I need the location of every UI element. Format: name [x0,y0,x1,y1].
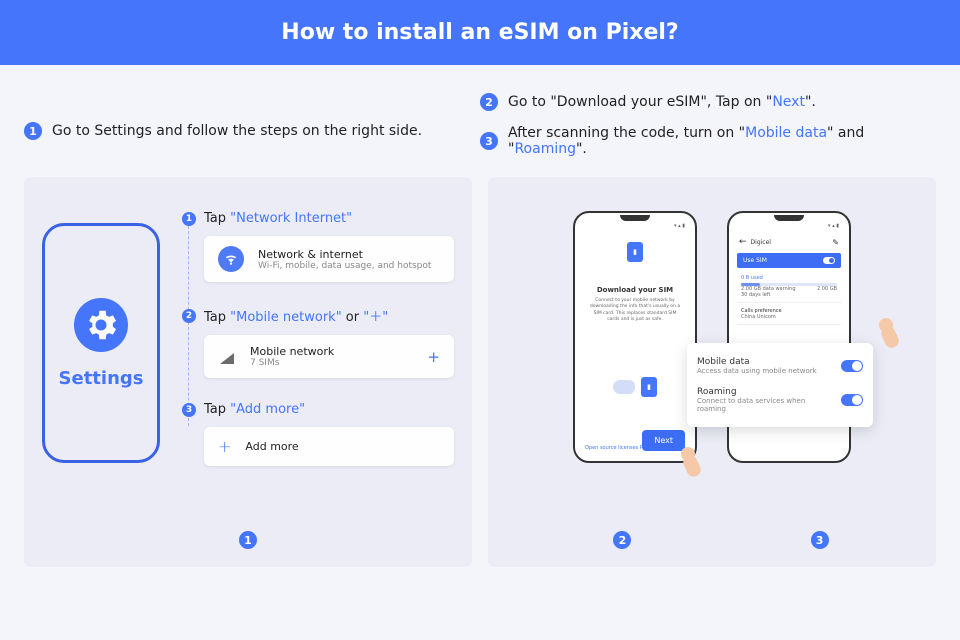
use-sim-toggle[interactable]: Use SIM [737,253,841,268]
top-step-1: 1 Go to Settings and follow the steps on… [24,93,480,157]
notch [620,215,650,221]
status-bar: ▾ ▴ ▮ [583,221,687,233]
sim-icon: ▮ [627,242,643,262]
card-title: Add more [245,440,298,453]
t3-pre: After scanning the code, turn on " [508,125,745,141]
download-title: Download your SIM [583,286,687,294]
settings-label: Settings [59,368,144,389]
panel-2-3: ▾ ▴ ▮ ▮ Download your SIM Connect to you… [488,177,936,567]
sub1-text: Tap "Network Internet" [204,211,352,226]
t2-pre: Go to "Download your eSIM", Tap on " [508,94,772,110]
top-steps: 1 Go to Settings and follow the steps on… [0,65,960,165]
step-text-3: After scanning the code, turn on "Mobile… [508,125,936,157]
mobile-data-title: Mobile data [697,357,817,367]
sub-badge-1: 1 [182,212,196,226]
roaming-row[interactable]: RoamingConnect to data services when roa… [697,381,863,419]
t3-post: ". [576,141,587,157]
screen-header: ← Digicel ✎ [737,233,841,251]
gear-icon [74,298,128,352]
panel-1: Settings 1 Tap "Network Internet" Networ… [24,177,472,567]
tap-hand-icon [873,316,901,348]
mobile-data-sub: Access data using mobile network [697,367,817,375]
roaming-sub: Connect to data services when roaming [697,397,833,413]
screen-2-wrap: ▾ ▴ ▮ ▮ Download your SIM Connect to you… [573,211,697,463]
step-badge-2: 2 [480,93,498,111]
data-usage-section: 0 B used 2.00 GB data warning2.00 GB 30 … [737,270,841,303]
top-step-2: 2 Go to "Download your eSIM", Tap on "Ne… [480,93,936,111]
page-title: How to install an eSIM on Pixel? [281,20,678,45]
mobile-network-card[interactable]: Mobile network7 SIMs + [204,335,454,378]
notch [774,215,804,221]
step-text-2: Go to "Download your eSIM", Tap on "Next… [508,94,816,110]
toggle-icon[interactable] [841,360,863,372]
panels: Settings 1 Tap "Network Internet" Networ… [0,165,960,567]
panel-badge-1: 1 [239,531,257,549]
network-internet-card[interactable]: Network & internetWi-Fi, mobile, data us… [204,236,454,282]
edit-icon[interactable]: ✎ [832,238,839,247]
top-step-3: 3 After scanning the code, turn on "Mobi… [480,125,936,157]
roaming-title: Roaming [697,387,833,397]
top-steps-right: 2 Go to "Download your eSIM", Tap on "Ne… [480,93,936,157]
sub3-text: Tap "Add more" [204,402,305,417]
tap-hand-icon [675,445,703,477]
step-text-1: Go to Settings and follow the steps on t… [52,123,422,139]
panel-badge-2: 2 [613,531,631,549]
carrier-name: Digicel [751,239,771,246]
card-title: Mobile network [250,345,334,358]
wifi-icon [218,246,244,272]
card-sub: 7 SIMs [250,358,334,368]
sub-badge-2: 2 [182,309,196,323]
step-badge-1: 1 [24,122,42,140]
back-icon[interactable]: ← [739,237,747,247]
panel-badge-3: 3 [811,531,829,549]
sim-card-icon: ▮ [641,377,657,397]
card-sub: Wi-Fi, mobile, data usage, and hotspot [258,261,431,271]
step-badge-3: 3 [480,132,498,150]
roaming-link: Roaming [514,141,576,157]
screen-3-wrap: ▾ ▴ ▮ ← Digicel ✎ Use SIM 0 B used 2.00 GB… [727,211,851,463]
sub2-text: Tap "Mobile network" or "＋" [204,306,388,325]
card-title: Network & internet [258,248,431,261]
sub-badge-3: 3 [182,403,196,417]
download-sim-screen: ▾ ▴ ▮ ▮ Download your SIM Connect to you… [573,211,697,463]
signal-icon [218,348,236,366]
download-desc: Connect to your mobile network by downlo… [589,298,681,323]
toggle-icon[interactable] [841,394,863,406]
settings-phone: Settings [42,223,160,463]
cloud-illustration: ▮ [583,347,687,427]
plus-icon[interactable]: + [427,348,440,366]
toggle-icon [823,257,835,264]
cloud-icon [613,380,635,394]
toggles-overlay: Mobile dataAccess data using mobile netw… [687,343,873,427]
add-more-card[interactable]: + Add more [204,427,454,466]
calls-pref-row[interactable]: Calls preferenceChina Unicom [737,303,841,325]
usage-bar [741,283,837,286]
plus-icon: + [218,437,231,456]
substep-3: 3 Tap "Add more" + Add more [182,402,454,466]
substeps: 1 Tap "Network Internet" Network & inter… [182,205,454,466]
header: How to install an eSIM on Pixel? [0,0,960,65]
status-bar: ▾ ▴ ▮ [737,221,841,233]
mobile-data-row[interactable]: Mobile dataAccess data using mobile netw… [697,351,863,381]
substep-1: 1 Tap "Network Internet" Network & inter… [182,211,454,282]
t2-post: ". [805,94,816,110]
next-link: Next [772,94,805,110]
substep-2: 2 Tap "Mobile network" or "＋" Mobile net… [182,306,454,378]
mobile-data-link: Mobile data [745,125,827,141]
